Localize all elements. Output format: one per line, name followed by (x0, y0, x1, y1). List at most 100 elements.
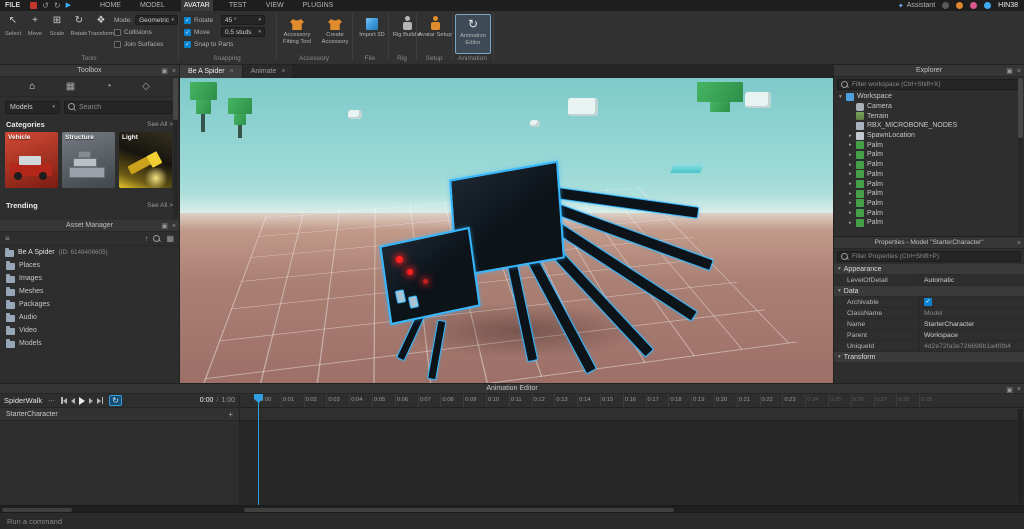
timeline-tick[interactable]: 0:19 (691, 394, 714, 407)
horizontal-scrollbar[interactable] (0, 505, 1024, 512)
undo-icon[interactable]: ↺ (42, 1, 49, 10)
search-input[interactable] (79, 104, 170, 111)
redo-icon[interactable]: ↻ (54, 1, 61, 10)
timeline-tick[interactable]: 0:03 (326, 394, 349, 407)
close-icon[interactable]: × (1017, 68, 1021, 75)
viewport-3d[interactable] (180, 78, 833, 383)
explorer-item[interactable]: ▸ Palm (834, 150, 1024, 160)
play-button[interactable] (79, 397, 85, 405)
property-row[interactable]: LevelOfDetail ✓ Automatic (834, 275, 1024, 286)
avatar-setup-button[interactable]: Avatar Setup (417, 14, 453, 54)
accessory-fitting-tool-button[interactable]: Accessory Fitting Tool (279, 14, 315, 54)
timeline-tick[interactable]: 0:14 (577, 394, 600, 407)
timeline-tick[interactable]: 0:23 (782, 394, 805, 407)
ribbon-tab[interactable]: VIEW (263, 0, 287, 11)
property-row[interactable]: Archivable ✓ (834, 297, 1024, 308)
expand-arrow-icon[interactable]: ▸ (849, 162, 856, 168)
hamburger-menu-icon[interactable]: ≡ (5, 234, 10, 243)
explorer-item[interactable]: Camera (834, 102, 1024, 112)
explorer-item[interactable]: ▸ SpawnLocation (834, 131, 1024, 141)
snap-move-checkbox[interactable]: ✓ (184, 29, 191, 36)
asset-folder-row[interactable]: Meshes (0, 285, 179, 298)
play-icon[interactable]: ▶ (66, 1, 71, 10)
timeline-tick[interactable]: 0:29 (919, 394, 942, 407)
timeline-tick[interactable]: 0:15 (600, 394, 623, 407)
toolbox-tab-marketplace[interactable]: ⌂ (29, 81, 35, 92)
toolbox-category-card[interactable]: Structure (62, 132, 115, 188)
timeline-tick[interactable]: 0:17 (646, 394, 669, 407)
tool-button[interactable]: + Move (24, 13, 46, 49)
join-surfaces-checkbox[interactable] (114, 41, 121, 48)
snap-rotate-checkbox[interactable]: ✓ (184, 17, 191, 24)
expand-arrow-icon[interactable]: ▸ (849, 142, 856, 148)
ribbon-tab[interactable]: PLUGINS (300, 0, 337, 11)
rock[interactable] (568, 98, 598, 116)
explorer-item[interactable]: ▸ Palm (834, 218, 1024, 228)
timeline-tick[interactable]: 0:21 (737, 394, 760, 407)
folder-up-icon[interactable]: ↑ (144, 234, 148, 243)
property-row[interactable]: Name ✓ StarterCharacter (834, 319, 1024, 330)
loop-toggle[interactable]: ↻ (109, 395, 122, 406)
explorer-item[interactable]: Terrain (834, 111, 1024, 121)
expand-arrow-icon[interactable]: ▸ (849, 152, 856, 158)
timeline-tick[interactable]: 0:12 (532, 394, 555, 407)
tool-button[interactable]: ↻ Rotate (68, 13, 90, 49)
username-label[interactable]: HIN38 (998, 2, 1018, 9)
timeline-tick[interactable]: 0:26 (851, 394, 874, 407)
grid-view-icon[interactable]: ▦ (166, 234, 174, 243)
assistant-button[interactable]: ✦ Assistant (898, 2, 935, 10)
dock-icon[interactable]: ▣ (1006, 67, 1013, 75)
tool-button[interactable]: ↖ Select (2, 13, 24, 49)
expand-arrow-icon[interactable]: ▸ (849, 133, 856, 139)
section-data[interactable]: ▾ Data (834, 286, 1024, 297)
add-track-button[interactable]: + (228, 410, 233, 419)
mode-dropdown[interactable]: Geometric▾ (135, 15, 178, 25)
property-row[interactable]: Parent ✓ Workspace (834, 330, 1024, 341)
tree[interactable] (190, 82, 217, 100)
properties-filter[interactable] (837, 251, 1021, 262)
timeline-tick[interactable]: 0:08 (440, 394, 463, 407)
explorer-filter-input[interactable] (852, 81, 1017, 88)
timeline-tick[interactable]: 0:28 (896, 394, 919, 407)
close-icon[interactable]: × (172, 68, 176, 75)
timeline-track-row[interactable] (240, 408, 1024, 421)
document-tab[interactable]: Be A Spider × (180, 65, 243, 78)
asset-folder-row[interactable]: Places (0, 259, 179, 272)
timeline-tick[interactable]: 0:16 (623, 394, 646, 407)
dock-icon[interactable]: ▣ (161, 67, 168, 75)
asset-manager-root[interactable]: Be A Spider (ID: 6148406605) (0, 246, 179, 259)
go-to-start-button[interactable] (61, 397, 67, 404)
timeline-tick[interactable]: 0:06 (395, 394, 418, 407)
toolbox-tab-recent[interactable]: ◔ (106, 81, 112, 92)
timeline-tick[interactable]: 0:20 (714, 394, 737, 407)
section-appearance[interactable]: ▾ Appearance (834, 264, 1024, 275)
timeline-tick[interactable]: 0:04 (349, 394, 372, 407)
step-back-button[interactable] (71, 398, 75, 404)
command-input[interactable] (7, 517, 1017, 526)
dock-icon[interactable]: ▣ (1006, 386, 1013, 394)
properties-filter-input[interactable] (852, 253, 1017, 260)
explorer-filter[interactable] (837, 79, 1021, 90)
explorer-item[interactable]: ▸ Palm (834, 140, 1024, 150)
property-row[interactable]: UniqueId ✓ 4d2e72fa3e726698b1a4f0b4 (834, 341, 1024, 352)
toolbox-tab-creations[interactable]: ◇ (142, 81, 150, 92)
rotate-step-dropdown[interactable]: 45 °▾ (221, 15, 265, 25)
asset-folder-row[interactable]: Video (0, 324, 179, 337)
explorer-item[interactable]: ▾ Workspace (834, 92, 1024, 102)
track-row[interactable]: StarterCharacter + (0, 408, 239, 421)
expand-arrow-icon[interactable]: ▾ (839, 94, 846, 100)
document-tab[interactable]: Animate × (243, 65, 295, 78)
timeline-tick[interactable]: 0:22 (760, 394, 783, 407)
import-3d-button[interactable]: Import 3D (354, 14, 390, 54)
close-icon[interactable]: × (1017, 240, 1021, 247)
timeline-tick[interactable]: 0:09 (463, 394, 486, 407)
checkbox[interactable]: ✓ (924, 298, 932, 306)
scrollbar[interactable] (1018, 78, 1023, 234)
scrollbar-thumb[interactable] (244, 508, 674, 512)
timeline-tick[interactable]: 0:27 (874, 394, 897, 407)
ribbon-tab[interactable]: TEST (226, 0, 250, 11)
asset-folder-row[interactable]: Audio (0, 311, 179, 324)
asset-type-dropdown[interactable]: Models ▾ (5, 101, 60, 114)
explorer-item[interactable]: ▸ Palm (834, 199, 1024, 209)
see-all-link[interactable]: See All > (147, 121, 173, 128)
